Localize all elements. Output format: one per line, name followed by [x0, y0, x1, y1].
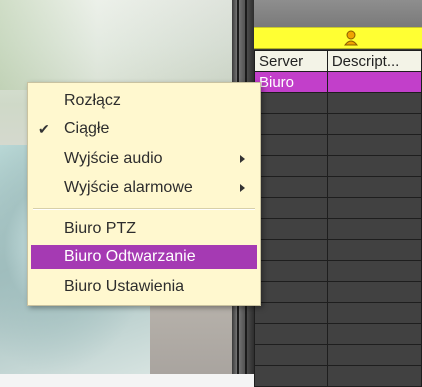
cell-server[interactable] — [254, 302, 328, 324]
cell-description[interactable] — [326, 176, 422, 198]
menu-item-audio-output[interactable]: Wyjście audio — [31, 147, 257, 171]
table-row[interactable] — [254, 344, 422, 366]
cell-description[interactable] — [326, 344, 422, 366]
cell-description[interactable] — [326, 197, 422, 219]
table-header-row: Server Descript... — [254, 50, 422, 72]
table-row[interactable]: Biuro — [254, 71, 422, 93]
cell-description[interactable] — [326, 365, 422, 387]
cell-server[interactable] — [254, 281, 328, 303]
table-row[interactable] — [254, 218, 422, 240]
cell-server[interactable] — [254, 365, 328, 387]
cell-description[interactable] — [326, 113, 422, 135]
table-row[interactable] — [254, 197, 422, 219]
column-header-server[interactable]: Server — [254, 50, 328, 72]
table-row[interactable] — [254, 323, 422, 345]
server-table: Server Descript... Biuro — [254, 50, 422, 387]
cell-description[interactable] — [326, 92, 422, 114]
cell-server[interactable] — [254, 239, 328, 261]
cell-server[interactable] — [254, 218, 328, 240]
cell-server[interactable] — [254, 92, 328, 114]
menu-separator — [33, 208, 255, 210]
table-row[interactable] — [254, 302, 422, 324]
panel-toolbar — [254, 0, 422, 27]
cell-server[interactable] — [254, 113, 328, 135]
column-header-description[interactable]: Descript... — [326, 50, 422, 72]
table-row[interactable] — [254, 92, 422, 114]
table-row[interactable] — [254, 239, 422, 261]
menu-item-ptz[interactable]: Biuro PTZ — [31, 217, 257, 241]
table-row[interactable] — [254, 155, 422, 177]
cell-description[interactable] — [326, 302, 422, 324]
submenu-arrow-icon — [240, 184, 245, 192]
menu-item-settings[interactable]: Biuro Ustawienia — [31, 275, 257, 299]
cell-server[interactable] — [254, 344, 328, 366]
table-row[interactable] — [254, 134, 422, 156]
table-row[interactable] — [254, 113, 422, 135]
context-menu: Rozłącz ✔ Ciągłe Wyjście audio Wyjście a… — [27, 82, 261, 306]
panel-header-bar — [254, 27, 422, 49]
cell-server[interactable] — [254, 134, 328, 156]
cell-server[interactable] — [254, 155, 328, 177]
submenu-arrow-icon — [240, 155, 245, 163]
cell-server[interactable]: Biuro — [254, 71, 328, 93]
cell-description[interactable] — [326, 134, 422, 156]
cell-description[interactable] — [326, 260, 422, 282]
table-row[interactable] — [254, 281, 422, 303]
menu-item-continuous[interactable]: ✔ Ciągłe — [31, 117, 257, 141]
table-row[interactable] — [254, 365, 422, 387]
user-icon — [344, 30, 358, 46]
cell-server[interactable] — [254, 176, 328, 198]
table-row[interactable] — [254, 176, 422, 198]
menu-item-disconnect[interactable]: Rozłącz — [31, 89, 257, 113]
checkmark-icon: ✔ — [38, 121, 50, 137]
cell-description[interactable] — [326, 218, 422, 240]
cell-description[interactable] — [326, 281, 422, 303]
cell-description[interactable] — [326, 155, 422, 177]
cell-server[interactable] — [254, 197, 328, 219]
cell-description[interactable] — [326, 239, 422, 261]
table-row[interactable] — [254, 260, 422, 282]
menu-item-alarm-output[interactable]: Wyjście alarmowe — [31, 176, 257, 200]
server-panel: Server Descript... Biuro — [254, 0, 422, 387]
menu-item-playback[interactable]: Biuro Odtwarzanie — [31, 245, 257, 269]
cell-server[interactable] — [254, 323, 328, 345]
cell-description[interactable] — [326, 71, 422, 93]
cell-server[interactable] — [254, 260, 328, 282]
cell-description[interactable] — [326, 323, 422, 345]
